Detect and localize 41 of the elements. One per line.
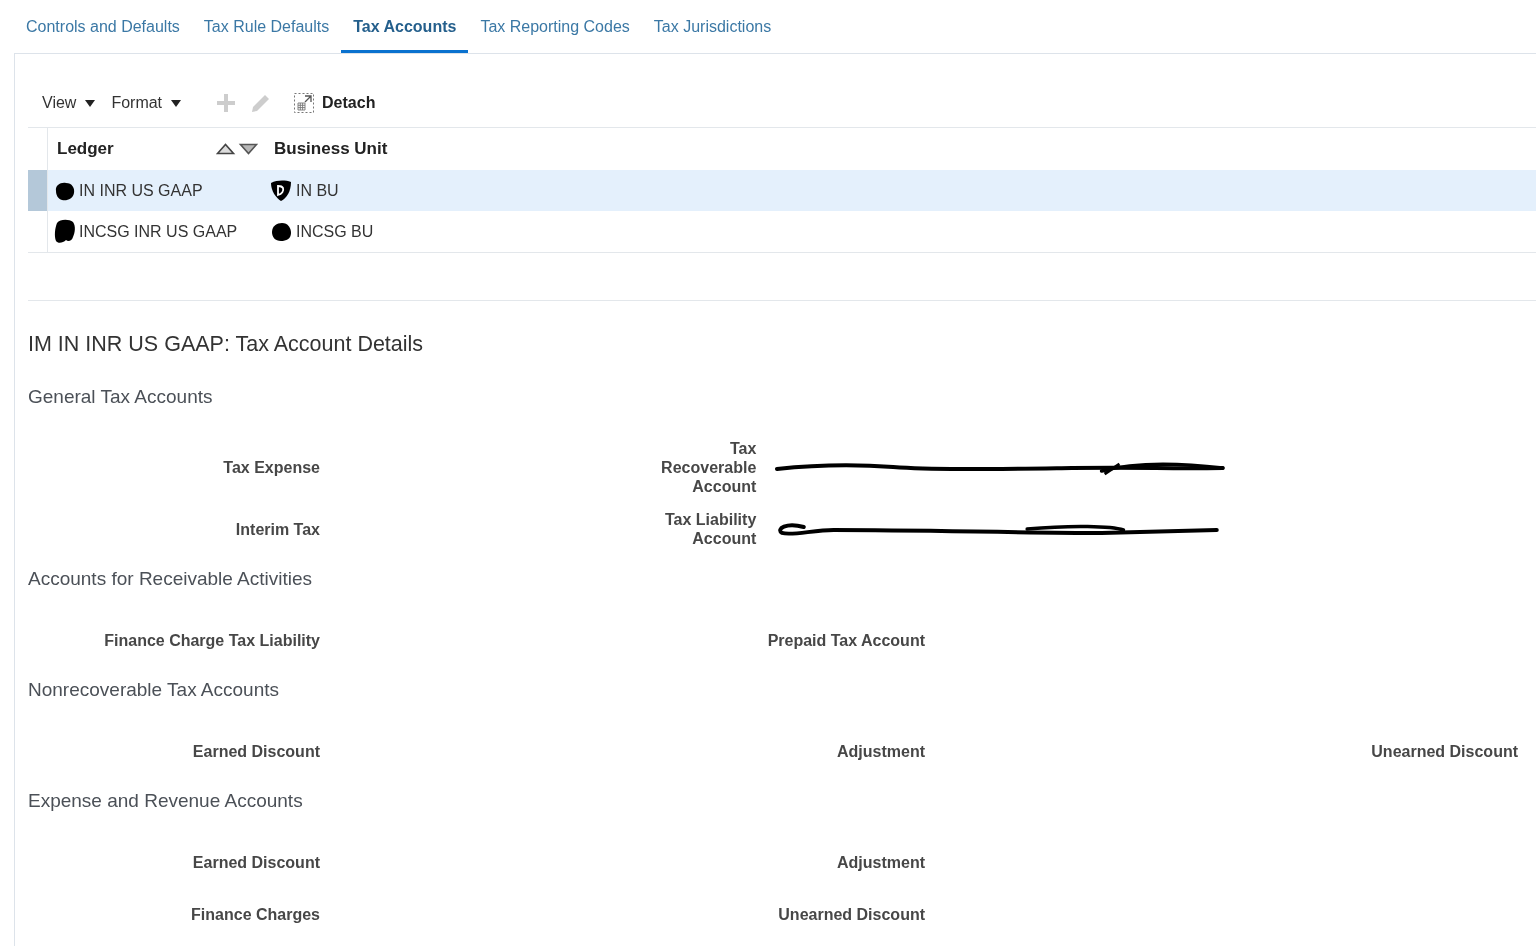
tab[interactable]: Tax Rule Defaults: [191, 0, 342, 53]
scribble-icon: [270, 221, 292, 242]
row-selector[interactable]: [28, 170, 48, 211]
field-label: Tax Expense: [222, 458, 320, 477]
caret-icon: [171, 99, 182, 107]
section-heading: Expense and Revenue Accounts: [28, 789, 304, 813]
field-label: Unearned Discount: [777, 904, 925, 924]
details-heading: IM IN INR US GAAP: Tax Account Details: [28, 331, 425, 358]
menu-button[interactable]: View: [42, 89, 96, 117]
caret-icon: [85, 99, 96, 107]
sort-arrows-icon[interactable]: [216, 143, 258, 155]
field-label: Adjustment: [836, 741, 925, 761]
field-label: Adjustment: [836, 852, 925, 872]
detach-icon: [294, 93, 315, 113]
field-label: Tax Liability Account: [664, 510, 757, 548]
tab[interactable]: Tax Accounts: [341, 0, 469, 53]
ledger-name: INCSG INR US GAAP: [79, 221, 238, 242]
field-label: Finance Charge Tax Liability: [103, 630, 320, 650]
field-label: Earned Discount: [191, 852, 320, 872]
section-heading: General Tax Accounts: [28, 385, 214, 409]
business-unit-name: INCSG BU: [296, 221, 374, 242]
table-row[interactable]: IN INR US GAAP IN BU: [28, 170, 1536, 211]
business-unit-name: IN BU: [296, 180, 339, 201]
column-header[interactable]: Business Unit: [274, 136, 388, 162]
field-label: Finance Charges: [190, 904, 320, 924]
section-heading: Nonrecoverable Tax Accounts: [28, 678, 281, 702]
scribble-icon: [270, 179, 292, 202]
tab[interactable]: Tax Reporting Codes: [468, 0, 642, 53]
tab[interactable]: Tax Jurisdictions: [641, 0, 784, 53]
field-label: Unearned Discount: [1370, 741, 1518, 761]
section-heading: Accounts for Receivable Activities: [28, 567, 314, 591]
scribble-icon: [54, 219, 76, 244]
tab[interactable]: Controls and Defaults: [14, 0, 192, 53]
field-label: Interim Tax: [234, 519, 320, 539]
field-label: Earned Discount: [191, 741, 320, 761]
field-label: Tax Recoverable Account: [660, 439, 757, 496]
column-header[interactable]: Ledger: [57, 136, 114, 162]
detach-button[interactable]: Detach: [294, 91, 376, 115]
field-label: Prepaid Tax Account: [766, 630, 925, 650]
menu-button[interactable]: Format: [111, 89, 182, 117]
ledger-name: IN INR US GAAP: [79, 180, 203, 201]
